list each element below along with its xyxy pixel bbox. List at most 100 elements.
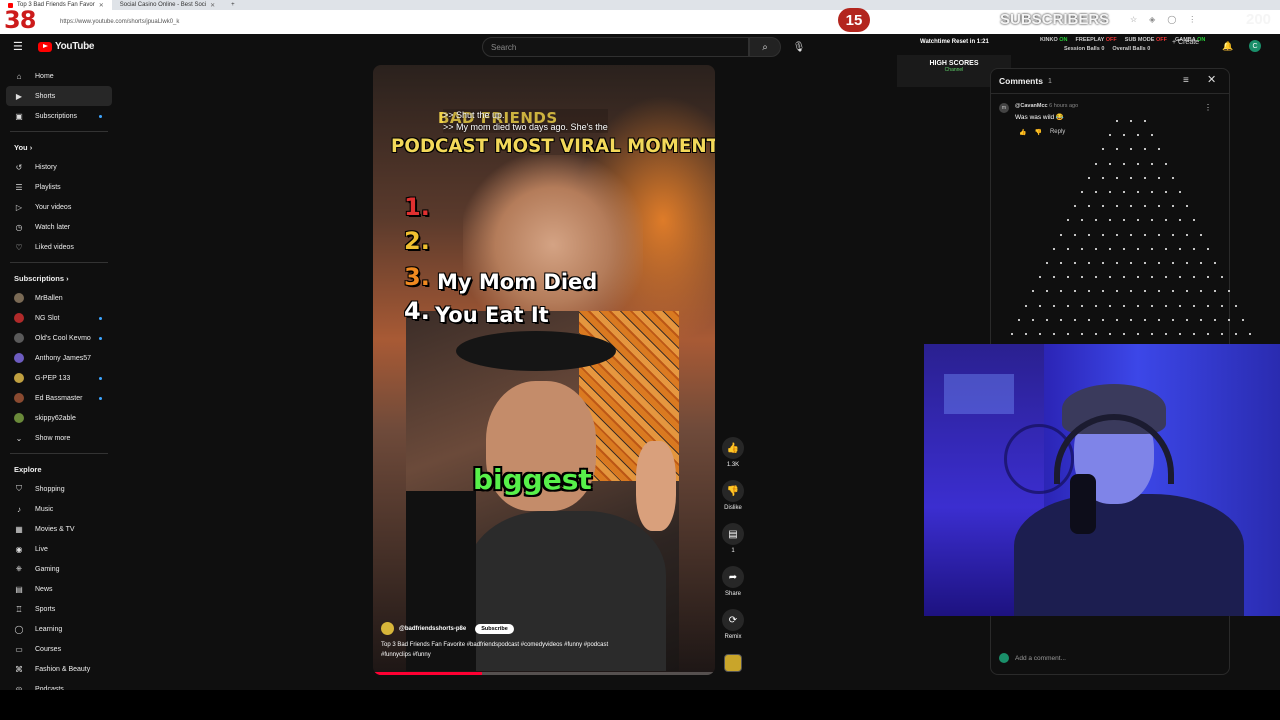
plinko-peg — [1102, 205, 1104, 208]
remix-icon: ⟳ — [728, 614, 738, 626]
show-more-button[interactable]: ⌄ Show more — [0, 428, 118, 448]
sort-comments-icon[interactable]: ≡ — [1183, 75, 1189, 86]
share-button[interactable]: ➦ — [722, 566, 744, 588]
plinko-peg — [1053, 276, 1055, 279]
sidebar-item-channel[interactable]: MrBallen — [0, 288, 118, 308]
close-comments-icon[interactable]: ✕ — [1207, 73, 1216, 86]
commenter-avatar[interactable]: m — [999, 103, 1009, 113]
search-input[interactable]: Search — [482, 37, 749, 57]
sidebar-item-label: Gaming — [35, 565, 60, 573]
sidebar-item-explore[interactable]: ▦ Movies & TV — [0, 519, 118, 539]
sidebar-item-label: skippy62able — [35, 414, 76, 422]
sidebar-item-channel[interactable]: Anthony James57 — [0, 348, 118, 368]
dislike-button[interactable]: 👎 — [722, 480, 744, 502]
voice-search-button[interactable]: 🎙 — [790, 37, 808, 57]
sidebar-item-you[interactable]: ▷ Your videos — [0, 197, 118, 217]
sidebar-heading-subscriptions[interactable]: Subscriptions › — [0, 268, 118, 288]
rank-1: 1. — [404, 193, 430, 221]
plinko-peg — [1074, 262, 1076, 264]
plinko-peg — [1060, 290, 1062, 293]
youtube-logo[interactable]: YouTube — [38, 41, 95, 52]
video-progress-bar[interactable] — [373, 672, 715, 675]
browser-tab-casino[interactable]: Social Casino Online - Best Soci ✕ — [112, 0, 223, 10]
like-count: 1.3K — [726, 462, 740, 468]
channel-avatar — [14, 393, 24, 403]
sidebar-item-channel[interactable]: NG Slot — [0, 308, 118, 328]
extension-icon[interactable]: ◈ — [1149, 15, 1155, 24]
sidebar-item-channel[interactable]: G-PEP 133 — [0, 368, 118, 388]
like-button[interactable]: 👍 — [722, 437, 744, 459]
create-button[interactable]: + Create — [1172, 39, 1199, 46]
notifications-bell-icon[interactable]: 🔔 — [1222, 41, 1233, 52]
plinko-peg — [1018, 318, 1020, 321]
profile-icon[interactable]: ◯ — [1167, 15, 1176, 24]
sidebar-icon: ▷ — [15, 202, 23, 212]
sidebar-item-explore[interactable]: ◎ Podcasts — [0, 679, 118, 691]
subscribe-button[interactable]: Subscribe — [475, 623, 514, 634]
sidebar-item-you[interactable]: ↺ History — [0, 157, 118, 177]
sidebar-item-explore[interactable]: ⛉ Shopping — [0, 479, 118, 499]
share-label: Share — [724, 591, 741, 597]
comments-count: 1 — [1047, 77, 1052, 85]
shorts-video-player[interactable]: BAD FRIENDS >> Shut the up. >> My mom di… — [373, 65, 715, 675]
plinko-peg — [1130, 318, 1132, 321]
sidebar-item-explore[interactable]: ▭ Courses — [0, 639, 118, 659]
sidebar-item-explore[interactable]: ♖ Sports — [0, 599, 118, 619]
logo-text: YouTube — [55, 41, 95, 52]
account-avatar[interactable]: C — [1249, 40, 1261, 52]
plinko-peg — [1137, 162, 1139, 165]
sidebar-item-you[interactable]: ♡ Liked videos — [0, 237, 118, 257]
remix-button[interactable]: ⟳ — [722, 609, 744, 631]
subscriber-badge: 15 — [838, 8, 870, 32]
channel-name[interactable]: @badfriendsshorts-p8e — [399, 626, 466, 632]
close-tab-icon[interactable]: ✕ — [99, 2, 104, 9]
plinko-peg — [1025, 304, 1027, 307]
sound-source-avatar[interactable] — [724, 654, 742, 672]
plinko-peg — [1179, 219, 1181, 222]
plinko-peg — [1207, 333, 1209, 335]
sidebar-item-channel[interactable]: Ed Bassmaster — [0, 388, 118, 408]
sidebar-item-explore[interactable]: ⎈ Gaming — [0, 559, 118, 579]
plinko-peg — [1067, 247, 1069, 250]
add-comment-input[interactable]: Add a comment... — [1015, 655, 1066, 662]
plinko-peg — [1151, 276, 1153, 279]
plinko-peg — [1242, 318, 1244, 321]
comment-more-icon[interactable]: ⋮ — [1204, 103, 1212, 112]
sidebar-heading-you[interactable]: You › — [0, 137, 118, 157]
sidebar-item-explore[interactable]: ⌘ Fashion & Beauty — [0, 659, 118, 679]
shorts-action-rail: 👍 1.3K 👎 Dislike ▤ 1 ➦ Share ⟳ Remix — [720, 437, 746, 652]
sidebar-item-channel[interactable]: Old's Cool Kevmo — [0, 328, 118, 348]
commenter-name[interactable]: @CavanMcc 6 hours ago — [1015, 103, 1078, 109]
sidebar-item-home[interactable]: ⌂ Home — [0, 66, 118, 86]
sidebar-item-explore[interactable]: ▤ News — [0, 579, 118, 599]
plinko-peg — [1130, 290, 1132, 293]
remix-action: ⟳ Remix — [720, 609, 746, 640]
search-button[interactable]: ⌕ — [749, 37, 781, 57]
sidebar-item-explore[interactable]: ◉ Live — [0, 539, 118, 559]
sidebar-icon: ♡ — [15, 242, 23, 252]
plinko-peg — [1235, 304, 1237, 307]
you-list: ↺ History ☰ Playlists ▷ Your videos ◷ Watch lat… — [0, 157, 118, 257]
sidebar-item-channel[interactable]: skippy62able — [0, 408, 118, 428]
comment-button[interactable]: ▤ — [722, 523, 744, 545]
plinko-peg — [1046, 262, 1048, 264]
channel-avatar[interactable] — [381, 622, 394, 635]
plinko-peg — [1109, 162, 1111, 165]
plinko-peg — [1123, 162, 1125, 165]
video-description[interactable]: Top 3 Bad Friends Fan Favorite #badfrien… — [381, 640, 631, 660]
plinko-peg — [1249, 333, 1251, 335]
menu-icon[interactable]: ⋮ — [1188, 15, 1196, 24]
sidebar-item-subscriptions[interactable]: ▣ Subscriptions — [0, 106, 118, 126]
host-hat — [456, 331, 616, 371]
plinko-peg — [1039, 333, 1041, 335]
bookmark-icon[interactable]: ☆ — [1130, 15, 1137, 24]
subscribers-count: 200 — [1246, 11, 1272, 28]
sidebar-item-explore[interactable]: ♪ Music — [0, 499, 118, 519]
sidebar-item-you[interactable]: ◷ Watch later — [0, 217, 118, 237]
sidebar-item-you[interactable]: ☰ Playlists — [0, 177, 118, 197]
close-tab-icon[interactable]: ✕ — [210, 2, 215, 9]
new-tab-button[interactable]: + — [223, 0, 243, 10]
hamburger-menu-icon[interactable]: ☰ — [13, 42, 24, 53]
sidebar-item-explore[interactable]: ◯ Learning — [0, 619, 118, 639]
sidebar-item-shorts[interactable]: ▶ Shorts — [6, 86, 112, 106]
